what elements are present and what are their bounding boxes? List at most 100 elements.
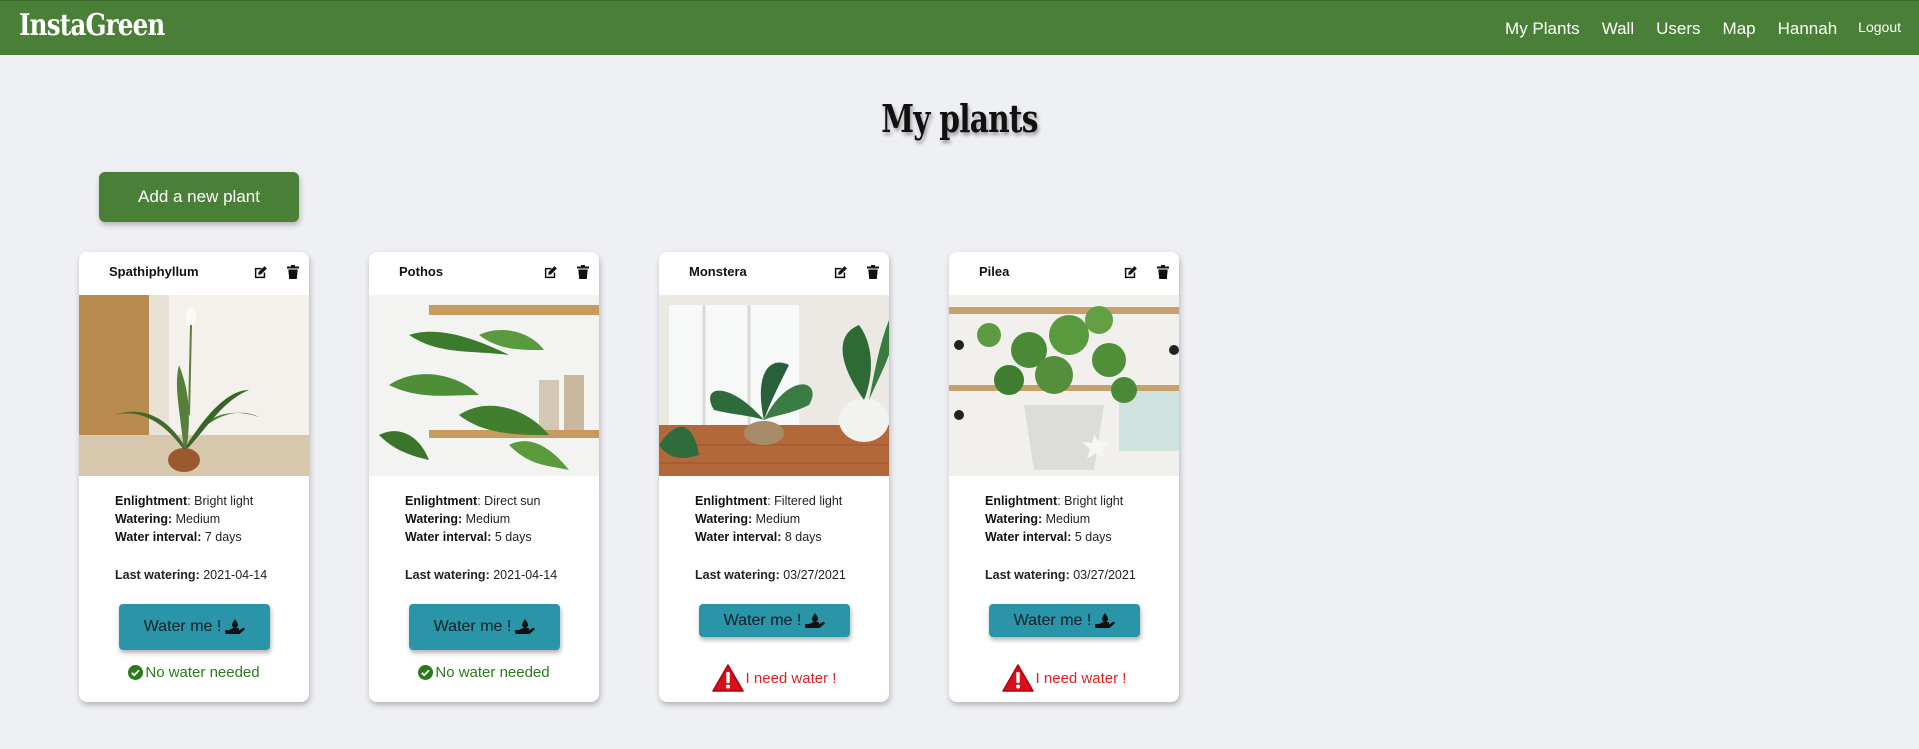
last-watering-label: Last watering: [115,568,200,582]
trash-icon[interactable] [1152,261,1174,283]
nav-link-profile[interactable]: Hannah [1778,19,1838,39]
interval-row: Water interval: 7 days [115,528,305,546]
plant-card: Pilea Enlightment: Bright light Watering… [949,252,1179,702]
watering-value: Medium [752,512,801,526]
water-me-button[interactable]: Water me ! [119,604,270,650]
interval-label: Water interval: [115,530,202,544]
interval-label: Water interval: [985,530,1072,544]
watering-hand-icon [805,612,826,628]
watering-label: Watering: [985,512,1043,526]
plant-image [369,295,599,476]
trash-icon[interactable] [572,261,594,283]
edit-icon[interactable] [539,261,561,283]
watering-row: Watering: Medium [405,510,595,528]
plant-name: Spathiphyllum [109,264,199,279]
warning-triangle-icon [1001,664,1034,692]
nav-link-map[interactable]: Map [1723,19,1756,39]
water-me-button[interactable]: Water me ! [699,604,850,637]
enlightment-value: : Bright light [187,494,254,508]
plant-details: Enlightment: Direct sun Watering: Medium… [405,492,595,546]
plant-name: Monstera [689,264,747,279]
plant-details: Enlightment: Bright light Watering: Medi… [115,492,305,546]
plant-details: Enlightment: Filtered light Watering: Me… [695,492,885,546]
last-watering-row: Last watering: 2021-04-14 [115,568,305,582]
enlightment-label: Enlightment [695,494,768,508]
enlightment-label: Enlightment [115,494,188,508]
trash-icon[interactable] [862,261,884,283]
watering-label: Watering: [115,512,173,526]
nav-link-logout[interactable]: Logout [1858,19,1901,35]
brand-logo[interactable]: InstaGreen [19,8,165,43]
card-header: Spathiphyllum [79,252,309,295]
enlightment-label: Enlightment [405,494,478,508]
enlightment-row: Enlightment: Bright light [115,492,305,510]
card-header: Monstera [659,252,889,295]
plant-image [949,295,1179,476]
plant-name: Pilea [979,264,1010,279]
last-watering-label: Last watering: [985,568,1070,582]
watering-value: Medium [462,512,511,526]
plant-details: Enlightment: Bright light Watering: Medi… [985,492,1175,546]
water-status: I need water ! [659,664,889,692]
trash-icon[interactable] [282,261,304,283]
edit-icon[interactable] [1119,261,1141,283]
interval-value: 7 days [201,530,242,544]
water-status: No water needed [369,664,599,681]
enlightment-label: Enlightment [985,494,1058,508]
watering-hand-icon [225,619,246,634]
water-status-text: No water needed [435,664,550,681]
navbar: InstaGreen My Plants Wall Users Map Hann… [0,0,1919,55]
interval-label: Water interval: [695,530,782,544]
last-watering-value: 03/27/2021 [1069,568,1136,582]
watering-hand-icon [515,619,536,634]
watering-label: Watering: [695,512,753,526]
watering-value: Medium [172,512,221,526]
watering-label: Watering: [405,512,463,526]
nav-links: My Plants Wall Users Map Hannah Logout [1483,1,1901,56]
water-status-text: No water needed [145,664,260,681]
enlightment-value: : Direct sun [477,494,541,508]
check-circle-icon [128,665,144,680]
watering-row: Watering: Medium [115,510,305,528]
plant-name: Pothos [399,264,444,279]
plant-card: Monstera Enlightment: Filtered light Wat… [659,252,889,702]
plant-card: Pothos Enlightment: Direct sun Watering:… [369,252,599,702]
last-watering-row: Last watering: 03/27/2021 [695,568,885,582]
watering-value: Medium [1042,512,1091,526]
watering-hand-icon [1095,612,1116,628]
interval-value: 8 days [781,530,822,544]
nav-link-users[interactable]: Users [1656,19,1700,39]
water-me-button[interactable]: Water me ! [409,604,560,650]
card-header: Pilea [949,252,1179,295]
water-status: No water needed [79,664,309,681]
interval-row: Water interval: 5 days [985,528,1175,546]
interval-row: Water interval: 8 days [695,528,885,546]
nav-link-wall[interactable]: Wall [1602,19,1634,39]
warning-triangle-icon [711,664,744,692]
water-me-button[interactable]: Water me ! [989,604,1140,637]
water-status-text: I need water ! [745,669,837,687]
enlightment-row: Enlightment: Filtered light [695,492,885,510]
last-watering-row: Last watering: 2021-04-14 [405,568,595,582]
add-plant-button[interactable]: Add a new plant [99,172,299,222]
nav-link-my-plants[interactable]: My Plants [1505,19,1580,39]
last-watering-value: 2021-04-14 [199,568,268,582]
plant-card: Spathiphyllum Enlightment: Bright light … [79,252,309,702]
edit-icon[interactable] [249,261,271,283]
check-circle-icon [418,665,434,680]
water-status: I need water ! [949,664,1179,692]
last-watering-label: Last watering: [405,568,490,582]
last-watering-value: 2021-04-14 [489,568,558,582]
water-status-text: I need water ! [1035,669,1127,687]
interval-label: Water interval: [405,530,492,544]
page-title: My plants [881,96,1038,141]
interval-row: Water interval: 5 days [405,528,595,546]
last-watering-label: Last watering: [695,568,780,582]
card-header: Pothos [369,252,599,295]
edit-icon[interactable] [829,261,851,283]
interval-value: 5 days [1071,530,1112,544]
plant-image [659,295,889,476]
enlightment-row: Enlightment: Direct sun [405,492,595,510]
watering-row: Watering: Medium [985,510,1175,528]
last-watering-row: Last watering: 03/27/2021 [985,568,1175,582]
